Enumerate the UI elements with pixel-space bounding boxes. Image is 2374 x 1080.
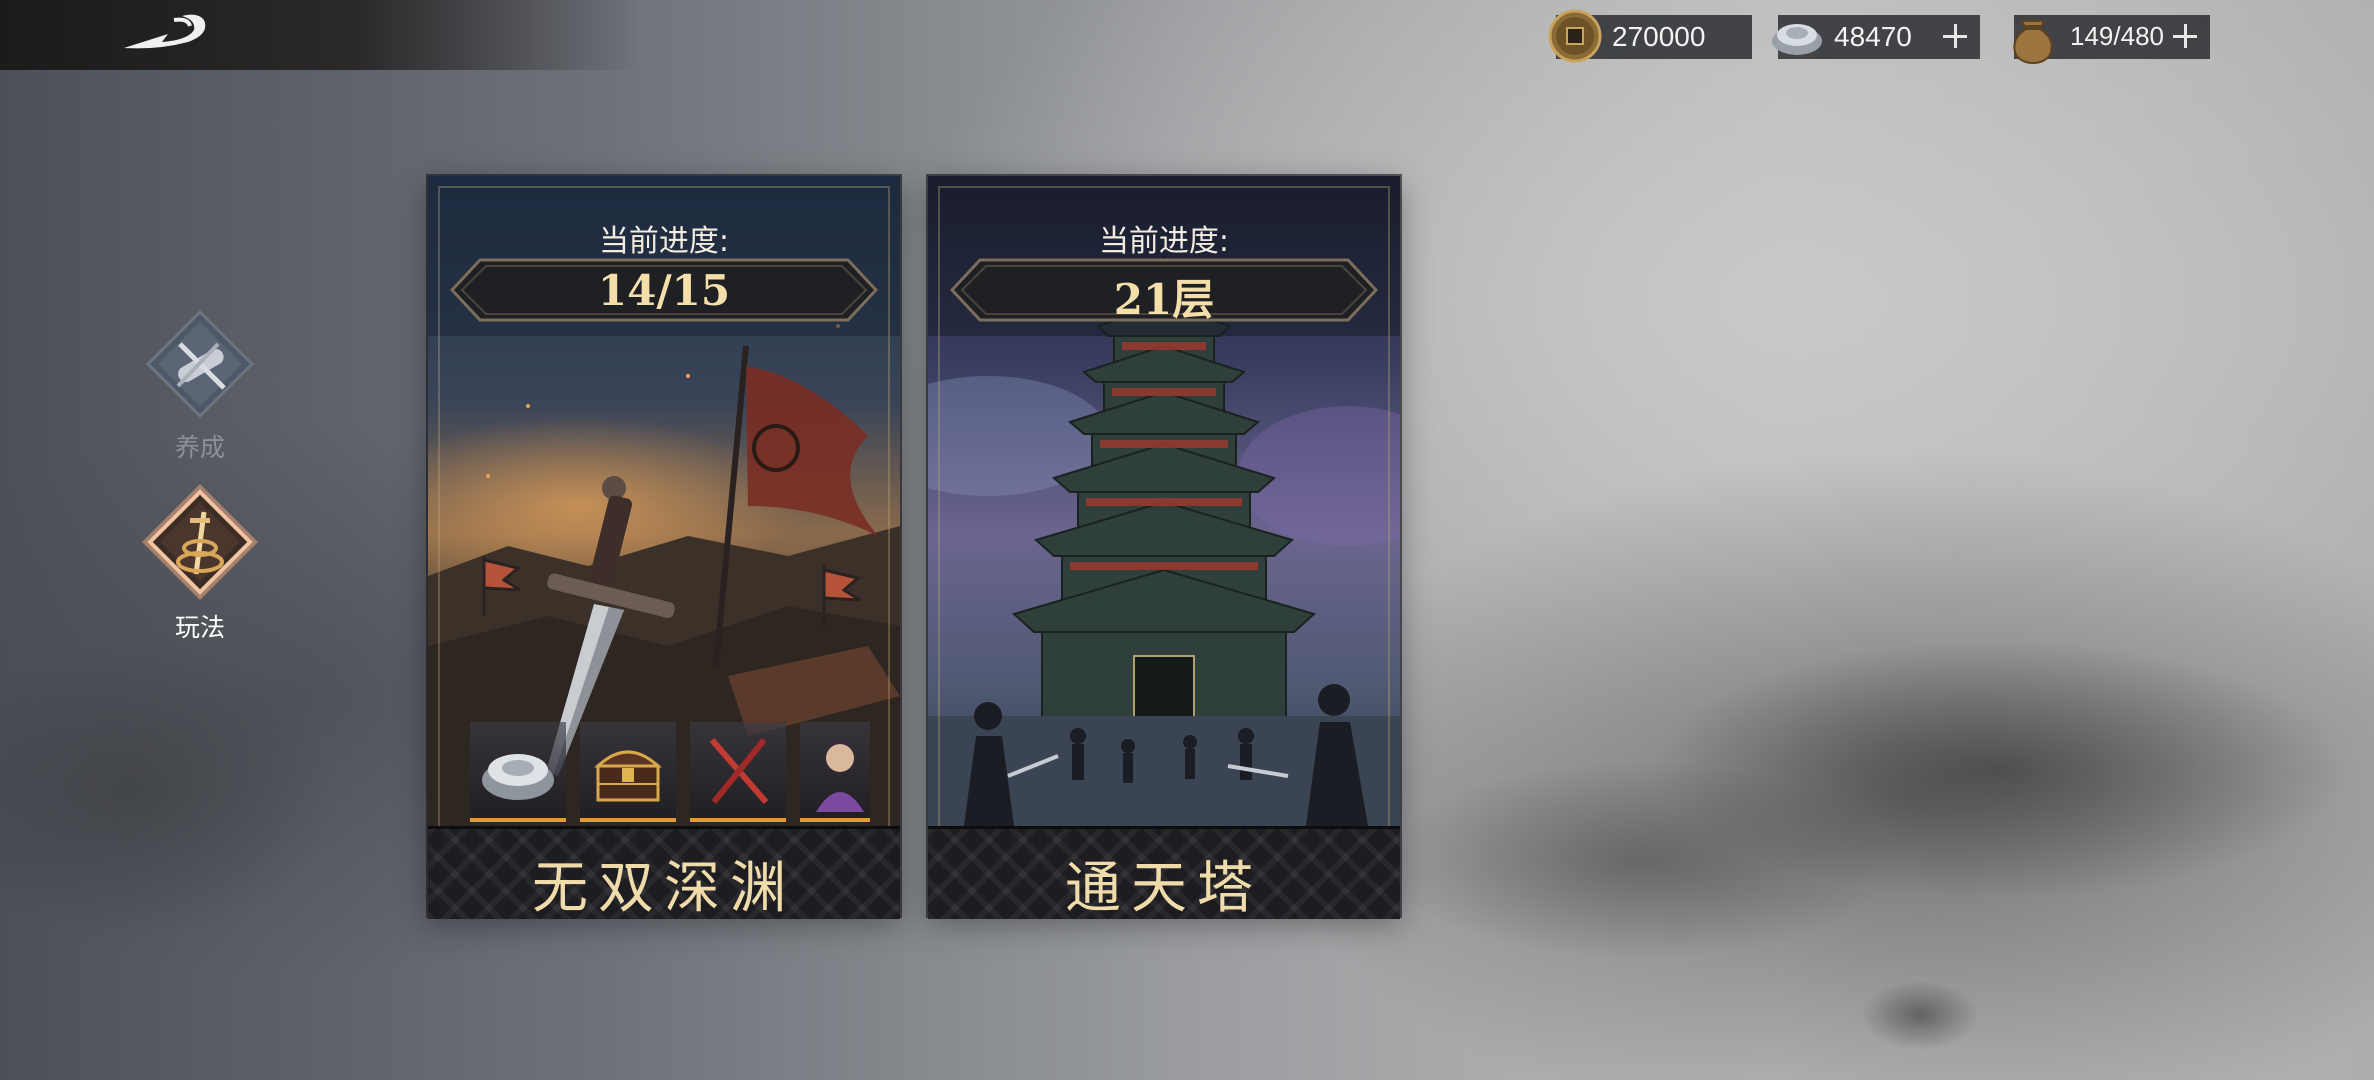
progress-label: 当前进度: bbox=[598, 224, 730, 259]
resource-grain: 149/480 bbox=[2013, 15, 2210, 65]
progress-badge: 14/15 bbox=[450, 258, 878, 322]
progress-value: 14/15 bbox=[597, 266, 731, 315]
progress-value: 21层 bbox=[1113, 275, 1215, 324]
mode-name: 无双深渊 bbox=[532, 856, 796, 921]
ink-smudge bbox=[1860, 980, 1980, 1050]
ink-smudge bbox=[1380, 760, 1900, 960]
scroll-sword-icon bbox=[145, 309, 255, 419]
top-bar bbox=[0, 0, 640, 70]
nav-label-cultivate: 养成 bbox=[174, 433, 225, 462]
back-button[interactable] bbox=[118, 8, 218, 58]
copper-value: 270000 bbox=[1612, 21, 1706, 52]
resource-silver: 48470 bbox=[1772, 15, 1980, 59]
mode-name-plate: 无双深渊 bbox=[428, 826, 900, 921]
back-arrow-icon bbox=[124, 14, 206, 49]
mode-card-abyss[interactable]: 当前进度: 14/15 无双深渊 bbox=[428, 176, 900, 921]
resource-copper: 270000 bbox=[1548, 9, 1752, 63]
copper-coin-icon bbox=[1546, 7, 1604, 65]
progress-label: 当前进度: bbox=[1098, 224, 1230, 259]
crossed-swords-icon bbox=[709, 738, 769, 804]
nav-item-cultivate[interactable]: 养成 bbox=[120, 300, 280, 470]
silver-value: 48470 bbox=[1834, 21, 1912, 52]
reward-item[interactable] bbox=[580, 722, 676, 822]
hero-portrait-icon bbox=[816, 741, 864, 812]
ink-smudge bbox=[0, 640, 340, 940]
treasure-chest-icon bbox=[594, 750, 662, 802]
nav-label-gameplay: 玩法 bbox=[174, 613, 225, 642]
progress-badge: 21层 bbox=[950, 258, 1378, 324]
sword-coil-icon bbox=[142, 484, 258, 600]
grain-value: 149/480 bbox=[2070, 21, 2164, 51]
mode-card-tower[interactable]: 当前进度: 21层 通天塔 bbox=[928, 176, 1400, 921]
nav-item-gameplay[interactable]: 玩法 bbox=[120, 478, 280, 648]
silver-ingot-icon bbox=[482, 754, 554, 800]
mode-name: 通天塔 bbox=[1065, 856, 1263, 921]
add-grain-button[interactable] bbox=[2168, 17, 2202, 55]
reward-item[interactable] bbox=[800, 722, 870, 822]
add-silver-button[interactable] bbox=[1938, 17, 1972, 55]
reward-item[interactable] bbox=[690, 722, 786, 822]
grain-sack-icon bbox=[2004, 7, 2062, 65]
reward-item[interactable] bbox=[470, 722, 566, 822]
silver-ingot-icon bbox=[1768, 7, 1826, 65]
reward-list[interactable] bbox=[470, 722, 870, 822]
mode-name-plate: 通天塔 bbox=[928, 826, 1400, 921]
